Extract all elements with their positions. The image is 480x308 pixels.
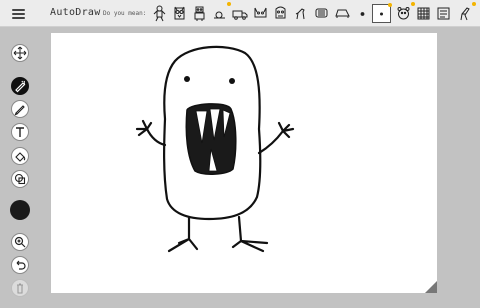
- trash-icon[interactable]: [11, 279, 29, 297]
- giraffe-icon[interactable]: [455, 2, 476, 23]
- bear-icon[interactable]: [394, 2, 415, 23]
- text-T-icon[interactable]: [11, 123, 29, 141]
- owl-icon[interactable]: [170, 4, 189, 23]
- zoom-icon[interactable]: [11, 233, 29, 251]
- cat-face-icon[interactable]: [251, 4, 270, 23]
- undo-icon[interactable]: [11, 256, 29, 274]
- monster-right-eye: [229, 78, 235, 84]
- crab-icon[interactable]: [312, 4, 331, 23]
- color-swatch[interactable]: [10, 200, 30, 220]
- monster-left-arm: [145, 127, 167, 147]
- pattern-icon[interactable]: [414, 4, 433, 23]
- robot-icon[interactable]: [190, 4, 209, 23]
- bus-icon[interactable]: [333, 4, 352, 23]
- snail-icon[interactable]: [210, 2, 231, 23]
- suggestion-badge: [472, 2, 476, 6]
- card-icon[interactable]: [434, 4, 453, 23]
- monster-left-leg: [167, 215, 199, 253]
- pencil-icon[interactable]: [11, 100, 29, 118]
- monster-left-eye: [184, 76, 190, 82]
- drawing-canvas[interactable]: [51, 33, 437, 293]
- app-title: AutoDraw: [50, 7, 101, 18]
- fill-bucket-icon[interactable]: [11, 147, 29, 165]
- move-arrows-icon[interactable]: [11, 44, 29, 62]
- truck-icon[interactable]: [230, 4, 249, 23]
- shapes-icon[interactable]: [11, 170, 29, 188]
- boat-icon[interactable]: [353, 4, 372, 23]
- autodraw-pen-icon[interactable]: [11, 77, 29, 95]
- monster-right-leg: [231, 215, 269, 253]
- monster-face-icon[interactable]: [271, 4, 290, 23]
- tool-panel: [0, 27, 40, 308]
- suggestions-label: Do you mean:: [103, 10, 147, 17]
- monster-drawing: [135, 45, 295, 253]
- resize-corner-icon[interactable]: [425, 281, 437, 293]
- monster-right-arm: [257, 129, 285, 155]
- hamburger-menu-icon[interactable]: [8, 5, 30, 23]
- suggestion-badge: [388, 3, 392, 7]
- horse-icon[interactable]: [291, 4, 310, 23]
- selected-shape-icon[interactable]: [372, 3, 392, 23]
- gingerbread-man-icon[interactable]: [150, 4, 169, 23]
- top-bar: AutoDraw Do you mean:: [0, 0, 480, 27]
